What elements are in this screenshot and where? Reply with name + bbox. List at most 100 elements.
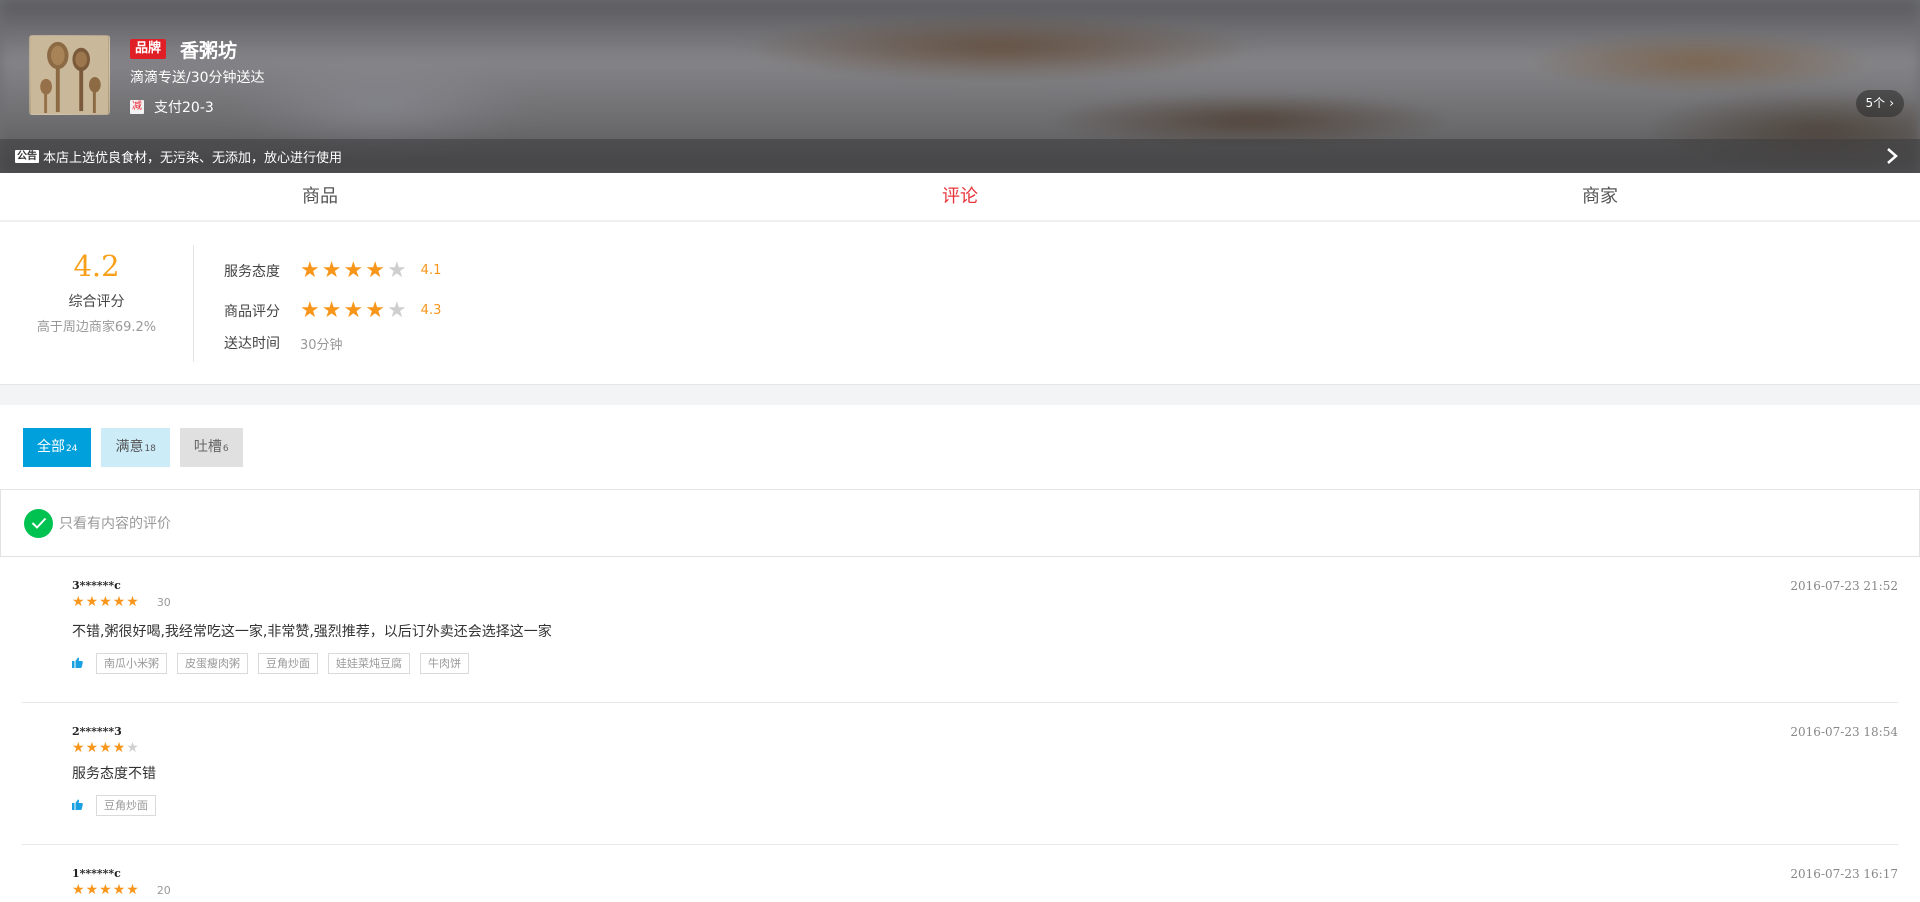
star-icon: ★: [112, 740, 126, 756]
star-icon: ★: [112, 882, 126, 898]
tab-bar: 商品 评论 商家: [0, 173, 1920, 222]
discount-icon: 减: [130, 100, 144, 114]
review-tags: 南瓜小米粥 皮蛋瘦肉粥 豆角炒面 娃娃菜炖豆腐 牛肉饼: [72, 653, 1898, 702]
filter-all-button[interactable]: 全部24: [23, 427, 92, 467]
tab-goods[interactable]: 商品: [0, 173, 640, 220]
review-stars: ★ ★ ★ ★ ★: [72, 741, 139, 755]
promo-count: 5个: [1865, 96, 1886, 110]
star-icon: ★: [365, 297, 385, 323]
rating-rows: 服务态度 ★ ★ ★ ★ ★ 4.1 商品评分 ★ ★ ★ ★ ★ 4.3 送达时间 30分钟: [194, 254, 441, 353]
brand-badge: 品牌: [130, 39, 167, 59]
star-icon: ★: [72, 882, 85, 898]
star-icon: ★: [126, 594, 139, 610]
goods-label: 商品评分: [224, 303, 280, 320]
only-content-toggle[interactable]: 只看有内容的评价: [0, 490, 1920, 557]
overall-score: 4.2: [73, 248, 120, 283]
thumbs-up-icon: [72, 657, 86, 671]
filter-complaint-button[interactable]: 吐槽6: [179, 427, 243, 467]
star-icon: ★: [72, 594, 85, 610]
notice-bar[interactable]: 公告 本店上选优良食材，无污染、无添加，放心进行使用: [0, 139, 1920, 173]
notice-text: 本店上选优良食材，无污染、无添加，放心进行使用: [43, 150, 343, 166]
tab-reviews[interactable]: 评论: [640, 173, 1280, 220]
shop-header: 品牌 香粥坊 滴滴专送/30分钟送达 减 支付20-3 5个 › 公告 本店上选…: [0, 0, 1920, 173]
dish-tag[interactable]: 皮蛋瘦肉粥: [177, 653, 248, 674]
filter-all-count: 24: [66, 443, 78, 454]
service-stars: ★ ★ ★ ★ ★: [300, 257, 407, 283]
review-stars: ★ ★ ★ ★ ★: [72, 595, 139, 609]
review-tags: 豆角炒面: [72, 795, 1898, 844]
dish-tag[interactable]: 娃娃菜炖豆腐: [328, 653, 410, 674]
filter-satisfied-label: 满意: [115, 438, 144, 455]
star-icon: ★: [99, 882, 112, 898]
star-icon: ★: [343, 257, 364, 283]
review-time: 2016-07-23 21:52: [1790, 579, 1898, 593]
wooden-spoons-icon: [30, 36, 109, 114]
dish-tag[interactable]: 南瓜小米粥: [96, 653, 167, 674]
chevron-right-icon: [1886, 147, 1898, 169]
filter-satisfied-button[interactable]: 满意18: [101, 427, 170, 467]
overall-compare: 高于周边商家69.2%: [36, 319, 157, 335]
delivery-time-label: 送达时间: [224, 336, 280, 352]
star-icon: ★: [126, 740, 139, 756]
filter-all-label: 全部: [37, 438, 65, 455]
review-item: 3******c 2016-07-23 21:52 ★ ★ ★ ★ ★ 30 不错,粥很…: [22, 557, 1898, 703]
rating-summary: 4.2 综合评分 高于周边商家69.2% 服务态度 ★ ★ ★ ★ ★ 4.1 商品评分…: [0, 222, 1920, 385]
filter-complaint-label: 吐槽: [193, 438, 222, 455]
notice-tag: 公告: [15, 149, 39, 163]
overall-label: 综合评分: [68, 293, 125, 310]
overall-rating: 4.2 综合评分 高于周边商家69.2%: [0, 244, 194, 362]
goods-value: 4.3: [420, 303, 442, 318]
star-icon: ★: [85, 740, 99, 756]
delivery-time-value: 30分钟: [300, 337, 343, 353]
star-icon: ★: [99, 740, 112, 756]
star-icon: ★: [85, 882, 99, 898]
promo-row: 减 支付20-3: [130, 97, 214, 117]
promo-count-button[interactable]: 5个 ›: [1855, 90, 1904, 117]
review-user: 1******c: [72, 867, 121, 880]
dish-tag[interactable]: 牛肉饼: [420, 653, 469, 674]
only-content-label: 只看有内容的评价: [59, 516, 171, 532]
review-list: 3******c 2016-07-23 21:52 ★ ★ ★ ★ ★ 30 不错,粥很…: [0, 557, 1920, 897]
review-item: 1******c 2016-07-23 16:17 ★ ★ ★ ★ ★ 20: [22, 845, 1898, 897]
star-icon: ★: [85, 594, 99, 610]
dish-tag[interactable]: 豆角炒面: [96, 795, 156, 816]
dish-tag[interactable]: 豆角炒面: [258, 653, 318, 674]
tab-merchant[interactable]: 商家: [1280, 173, 1920, 220]
review-text: 服务态度不错: [72, 766, 156, 782]
star-icon: ★: [386, 297, 407, 323]
review-time: 2016-07-23 16:17: [1790, 867, 1898, 881]
promo-text: 支付20-3: [154, 100, 214, 116]
service-rating: 服务态度 ★ ★ ★ ★ ★ 4.1: [224, 254, 441, 287]
star-icon: ★: [321, 297, 342, 323]
chevron-right-icon: ›: [1889, 96, 1894, 110]
service-value: 4.1: [420, 263, 442, 278]
filter-satisfied-count: 18: [144, 443, 156, 454]
star-icon: ★: [300, 297, 320, 323]
review-filters: 全部24 满意18 吐槽6: [0, 405, 1920, 490]
review-text: 不错,粥很好喝,我经常吃这一家,非常赞,强烈推荐，以后订外卖还会选择这一家: [72, 624, 552, 640]
delivery-time: 送达时间 30分钟: [224, 334, 441, 353]
service-label: 服务态度: [224, 263, 280, 280]
review-minutes: 20: [156, 883, 171, 897]
filter-complaint-count: 6: [222, 443, 229, 454]
goods-rating: 商品评分 ★ ★ ★ ★ ★ 4.3: [224, 294, 441, 327]
check-icon[interactable]: [24, 508, 53, 538]
star-icon: ★: [126, 882, 139, 898]
delivery-info: 滴滴专送/30分钟送达: [130, 70, 265, 86]
star-icon: ★: [321, 257, 342, 283]
star-icon: ★: [365, 257, 385, 283]
review-minutes: 30: [156, 595, 171, 609]
star-icon: ★: [343, 297, 364, 323]
star-icon: ★: [72, 740, 85, 756]
star-icon: ★: [300, 257, 320, 283]
goods-stars: ★ ★ ★ ★ ★: [300, 297, 407, 323]
section-divider: [0, 385, 1920, 405]
star-icon: ★: [112, 594, 126, 610]
star-icon: ★: [99, 594, 112, 610]
shop-logo: [29, 35, 110, 115]
review-user: 2******3: [72, 725, 122, 738]
star-icon: ★: [386, 257, 407, 283]
review-stars: ★ ★ ★ ★ ★: [72, 883, 139, 897]
review-time: 2016-07-23 18:54: [1790, 725, 1898, 739]
thumbs-up-icon: [72, 799, 86, 813]
